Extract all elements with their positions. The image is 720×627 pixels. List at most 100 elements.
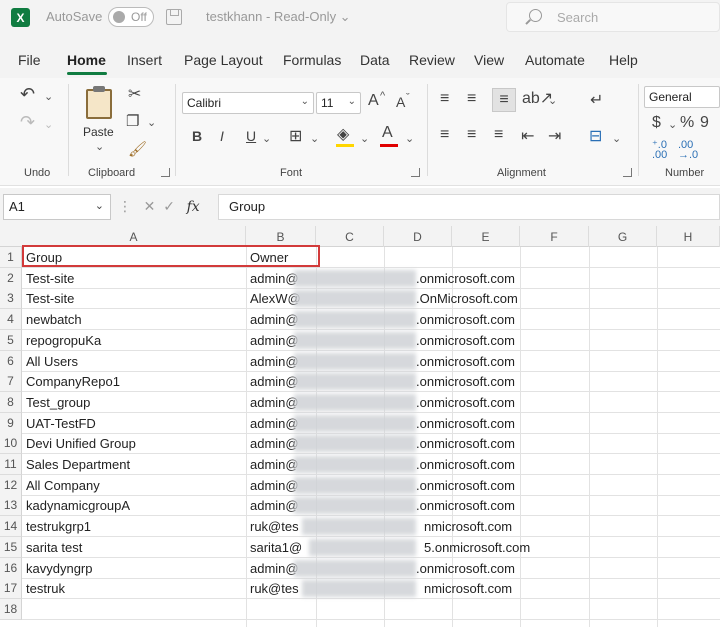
cell-a5[interactable]: repogropuKa bbox=[22, 330, 101, 351]
cell-b18[interactable] bbox=[246, 599, 250, 620]
cell-b11[interactable]: admin@ bbox=[246, 454, 299, 475]
copy-dropdown-icon[interactable]: ⌄ bbox=[147, 116, 156, 129]
tab-file[interactable]: File bbox=[18, 52, 41, 68]
column-header-c[interactable]: C bbox=[316, 226, 384, 247]
currency-dropdown-icon[interactable]: ⌄ bbox=[668, 118, 677, 131]
tab-automate[interactable]: Automate bbox=[525, 52, 585, 68]
clipboard-launcher-icon[interactable] bbox=[161, 168, 170, 177]
row-header-6[interactable]: 6 bbox=[0, 351, 22, 372]
cell-a4[interactable]: newbatch bbox=[22, 309, 82, 330]
merge-center-icon[interactable]: ⊟ bbox=[589, 126, 602, 146]
fill-color-dropdown-icon[interactable]: ⌄ bbox=[360, 132, 369, 145]
row-header-5[interactable]: 5 bbox=[0, 330, 22, 351]
redo-icon[interactable]: ↷ bbox=[20, 112, 35, 133]
copy-icon[interactable]: ❐ bbox=[126, 112, 139, 130]
align-center-icon[interactable]: ≡ bbox=[467, 126, 476, 144]
redo-dropdown-icon[interactable]: ⌄ bbox=[44, 118, 53, 131]
tab-review[interactable]: Review bbox=[409, 52, 455, 68]
cell-a6[interactable]: All Users bbox=[22, 351, 78, 372]
underline-dropdown-icon[interactable]: ⌄ bbox=[262, 132, 271, 145]
cell-a2[interactable]: Test-site bbox=[22, 268, 74, 289]
cell-a7[interactable]: CompanyRepo1 bbox=[22, 371, 120, 392]
column-header-b[interactable]: B bbox=[246, 226, 316, 247]
cell-b10[interactable]: admin@ bbox=[246, 433, 299, 454]
cell-a18[interactable] bbox=[22, 599, 26, 620]
align-left-icon[interactable]: ≡ bbox=[440, 126, 449, 144]
font-name-select[interactable]: Calibri ⌄ bbox=[182, 92, 314, 114]
paste-button[interactable]: Paste bbox=[83, 125, 114, 139]
bold-button[interactable]: B bbox=[192, 128, 202, 144]
align-middle-icon[interactable]: ≡ bbox=[467, 90, 476, 108]
cell-a10[interactable]: Devi Unified Group bbox=[22, 433, 136, 454]
row-header-18[interactable]: 18 bbox=[0, 599, 22, 620]
borders-dropdown-icon[interactable]: ⌄ bbox=[310, 132, 319, 145]
name-box[interactable]: A1 ⌄ bbox=[3, 194, 111, 220]
row-header-2[interactable]: 2 bbox=[0, 268, 22, 289]
increase-decimal-icon[interactable]: ⁺.0 .00 bbox=[652, 140, 667, 161]
column-header-g[interactable]: G bbox=[589, 226, 657, 247]
cell-a17[interactable]: testruk bbox=[22, 578, 65, 599]
row-header-14[interactable]: 14 bbox=[0, 516, 22, 537]
cell-a8[interactable]: Test_group bbox=[22, 392, 90, 413]
cell-b12[interactable]: admin@ bbox=[246, 475, 299, 496]
cut-scissors-icon[interactable]: ✂ bbox=[128, 84, 141, 104]
cell-b16[interactable]: admin@ bbox=[246, 558, 299, 579]
cell-a12[interactable]: All Company bbox=[22, 475, 100, 496]
fill-color-bucket-icon[interactable]: ◈ bbox=[337, 124, 349, 144]
cancel-x-icon[interactable]: ✕ bbox=[144, 198, 156, 214]
column-header-f[interactable]: F bbox=[520, 226, 589, 247]
cell-b2[interactable]: admin@ bbox=[246, 268, 299, 289]
row-header-8[interactable]: 8 bbox=[0, 392, 22, 413]
shrink-font-icon[interactable]: A bbox=[396, 94, 405, 110]
font-color-dropdown-icon[interactable]: ⌄ bbox=[405, 132, 414, 145]
cell-a15[interactable]: sarita test bbox=[22, 537, 82, 558]
cell-a3[interactable]: Test-site bbox=[22, 288, 74, 309]
search-box[interactable]: Search bbox=[506, 2, 720, 32]
column-header-h[interactable]: H bbox=[657, 226, 720, 247]
document-title[interactable]: testkhann - Read-Only ⌄ bbox=[206, 9, 351, 25]
insert-function-button[interactable]: fx bbox=[187, 199, 200, 215]
row-header-13[interactable]: 13 bbox=[0, 495, 22, 516]
undo-dropdown-icon[interactable]: ⌄ bbox=[44, 90, 53, 103]
merge-dropdown-icon[interactable]: ⌄ bbox=[612, 132, 621, 145]
borders-icon[interactable]: ⊞ bbox=[289, 126, 302, 146]
enter-check-icon[interactable]: ✓ bbox=[163, 198, 175, 214]
percent-format-icon[interactable]: % bbox=[680, 114, 694, 132]
currency-format-icon[interactable]: $ bbox=[652, 114, 661, 132]
tab-home[interactable]: Home bbox=[67, 52, 106, 68]
tab-page-layout[interactable]: Page Layout bbox=[184, 52, 263, 68]
align-right-icon[interactable]: ≡ bbox=[494, 126, 503, 144]
tab-view[interactable]: View bbox=[474, 52, 504, 68]
align-top-icon[interactable]: ≡ bbox=[440, 90, 449, 108]
tab-help[interactable]: Help bbox=[609, 52, 638, 68]
row-header-11[interactable]: 11 bbox=[0, 454, 22, 475]
row-header-9[interactable]: 9 bbox=[0, 413, 22, 434]
cell-b14[interactable]: ruk@tes bbox=[246, 516, 299, 537]
cell-b6[interactable]: admin@ bbox=[246, 351, 299, 372]
row-header-4[interactable]: 4 bbox=[0, 309, 22, 330]
cell-b3[interactable]: AlexW@ bbox=[246, 288, 301, 309]
decrease-decimal-icon[interactable]: .00 →.0 bbox=[678, 140, 698, 161]
font-color-icon[interactable]: A bbox=[382, 124, 393, 142]
alignment-launcher-icon[interactable] bbox=[623, 168, 632, 177]
comma-format-icon[interactable]: 9 bbox=[700, 114, 709, 132]
font-size-select[interactable]: 11 ⌄ bbox=[316, 92, 361, 114]
format-painter-icon[interactable]: 🖌 bbox=[128, 140, 147, 158]
clipboard-paste-icon[interactable] bbox=[86, 86, 112, 119]
cell-b5[interactable]: admin@ bbox=[246, 330, 299, 351]
cell-a11[interactable]: Sales Department bbox=[22, 454, 130, 475]
save-icon[interactable] bbox=[166, 9, 182, 25]
underline-button[interactable]: U bbox=[246, 128, 256, 144]
increase-indent-icon[interactable]: ⇥ bbox=[548, 126, 561, 146]
row-header-1[interactable]: 1 bbox=[0, 247, 22, 268]
row-header-17[interactable]: 17 bbox=[0, 578, 22, 599]
orientation-dropdown-icon[interactable]: ⌄ bbox=[548, 94, 557, 107]
align-bottom-icon[interactable]: ≡ bbox=[492, 88, 516, 112]
row-header-16[interactable]: 16 bbox=[0, 558, 22, 579]
cell-b7[interactable]: admin@ bbox=[246, 371, 299, 392]
tab-formulas[interactable]: Formulas bbox=[283, 52, 341, 68]
cell-b4[interactable]: admin@ bbox=[246, 309, 299, 330]
more-options-icon[interactable]: ⋮ bbox=[118, 198, 132, 214]
row-header-12[interactable]: 12 bbox=[0, 475, 22, 496]
font-launcher-icon[interactable] bbox=[411, 168, 420, 177]
